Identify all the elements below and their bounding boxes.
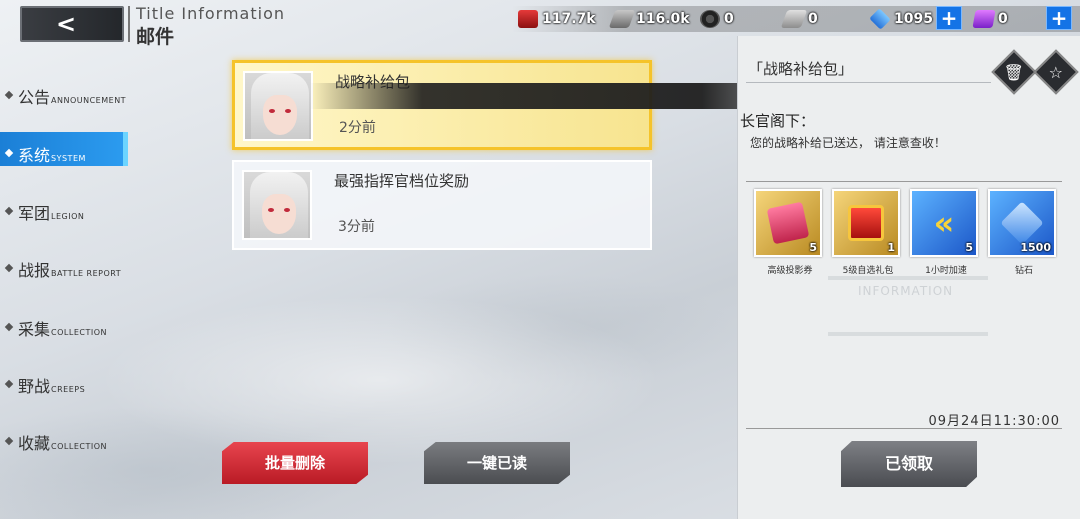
sender-avatar [242,170,312,240]
nav-battle-report[interactable]: 战报 BATTLE REPORT [0,251,121,281]
attachment-count: 1500 [1020,241,1051,254]
claimed-button[interactable]: 已领取 [841,441,977,487]
divider [746,82,991,83]
diamond-icon [869,8,891,30]
resource-steel-value: 116.0k [636,11,690,27]
detail-title: 「战略补给包」 [748,60,854,78]
page-title-en: Title Information [136,4,285,23]
nav-label-en: BATTLE REPORT [51,269,122,278]
batch-delete-button[interactable]: 批量删除 [222,442,368,484]
watermark-text: INFORMATION [858,284,954,298]
page-title: 邮件 [136,26,175,48]
resource-diamond-value: 1095 [894,11,933,27]
nav-label-cn: 战报 [18,261,51,280]
nav-bullet-icon [4,436,14,446]
divider [746,428,1062,429]
resource-tire-value: 0 [724,11,734,27]
attachment-label: 1小时加速 [925,266,967,276]
nav-legion[interactable]: 军团 LEGION [0,194,84,224]
add-crystal-button[interactable]: + [1046,6,1072,30]
nav-label-en: ANNOUNCEMENT [51,96,127,105]
add-diamond-button[interactable]: + [936,6,962,30]
watermark-logo: INFORMATION [828,276,988,336]
nav-label-cn: 军团 [18,204,51,223]
trash-icon: 🗑 [1003,62,1025,82]
nav-label-en: LEGION [51,212,85,221]
nav-label-en: COLLECTION [51,328,107,337]
mail-title: 最强指挥官档位奖励 [334,172,470,190]
nav-bullet-icon [4,90,14,100]
steel-icon [608,10,636,28]
crystal-icon [972,10,996,28]
nav-bullet-icon [4,379,14,389]
attachment-item[interactable]: 1500 钻石 [988,189,1056,276]
attachment-label: 高级投影券 [767,266,813,276]
attachment-item[interactable]: « 5 1小时加速 [910,189,978,276]
resource-steel: 116.0k [608,8,690,30]
nav-label-cn: 采集 [18,320,51,339]
attachment-item[interactable]: 5 高级投影券 [754,189,822,276]
nav-collection[interactable]: 采集 COLLECTION [0,310,107,340]
nav-label-cn: 野战 [18,377,51,396]
attachment-label: 钻石 [1014,266,1033,276]
nav-label-en: SYSTEM [51,154,86,163]
resource-alloy-value: 0 [808,11,818,27]
star-icon: ☆ [1048,62,1064,82]
attachment-count: 5 [965,241,973,254]
tire-icon [700,10,720,28]
ticket-icon [766,201,810,245]
gift-icon [848,205,884,241]
detail-greeting: 长官阁下： [740,112,816,130]
fuel-icon [518,10,538,28]
mail-time: 2分前 [339,120,376,136]
detail-body: 您的战略补给已送达， 请注意查收！ [750,136,946,150]
diamond-icon [1000,201,1044,245]
nav-announcement[interactable]: 公告 ANNOUNCEMENT [0,78,126,108]
resource-crystal: 0 [972,8,1008,30]
alloy-icon [780,10,808,28]
nav-favorites[interactable]: 收藏 COLLECTION [0,424,107,454]
mark-all-read-button[interactable]: 一键已读 [424,442,570,484]
resource-fuel: 117.7k [518,8,596,30]
nav-label-en: COLLECTION [51,442,107,451]
nav-system[interactable]: 系统 SYSTEM [0,132,128,166]
attachments: 5 高级投影券 1 5级自选礼包 « 5 1小时加速 1500 钻石 [746,181,1062,276]
resource-crystal-value: 0 [998,11,1008,27]
nav-bullet-icon [4,148,14,158]
nav-creeps[interactable]: 野战 CREEPS [0,367,85,397]
mail-detail-panel: 「战略补给包」 🗑 ☆ 长官阁下： 您的战略补给已送达， 请注意查收！ 5 高级… [737,36,1080,519]
attachment-count: 5 [809,241,817,254]
resource-diamond: 1095 [869,8,933,30]
resource-alloy: 0 [780,8,818,30]
mail-date: 09月24日11:30:00 [928,414,1060,429]
nav-label-cn: 系统 [18,146,51,165]
favorite-mail-button[interactable]: ☆ [1033,49,1079,95]
resource-tire: 0 [700,8,734,30]
nav-label-en: CREEPS [51,385,86,394]
mail-time: 3分前 [338,219,375,235]
attachment-count: 1 [887,241,895,254]
nav-bullet-icon [4,206,14,216]
nav-bullet-icon [4,322,14,332]
resource-fuel-value: 117.7k [542,11,596,27]
back-button[interactable]: < [20,6,124,42]
header-accent [128,6,130,42]
mail-item[interactable]: 最强指挥官档位奖励 3分前 [232,160,652,250]
attachment-item[interactable]: 1 5级自选礼包 [832,189,900,276]
chevron-left-icon: < [56,10,77,38]
nav-bullet-icon [4,263,14,273]
nav-label-cn: 收藏 [18,434,51,453]
sender-avatar [243,71,313,141]
speedup-icon: « [933,204,955,242]
delete-mail-button[interactable]: 🗑 [991,49,1037,95]
nav-label-cn: 公告 [18,88,51,107]
attachment-label: 5级自选礼包 [842,266,894,276]
